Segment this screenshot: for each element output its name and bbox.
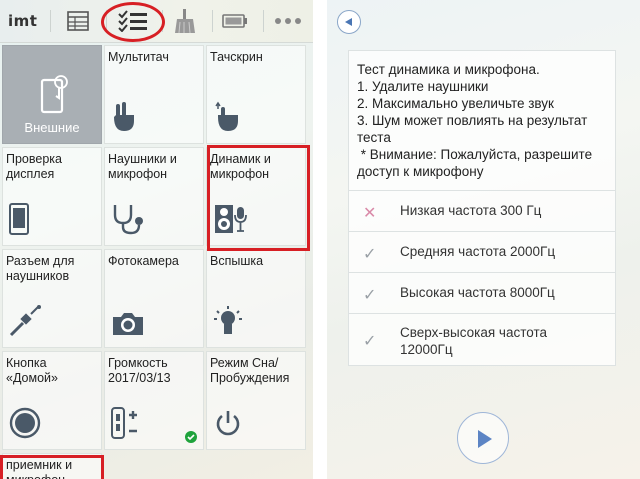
tile-title: Громкость xyxy=(108,356,168,370)
tile-label: Кнопка «Домой» xyxy=(6,356,58,385)
table-icon[interactable] xyxy=(53,5,103,37)
volume-icon xyxy=(111,407,141,443)
option-label: Низкая частота 300 Гц xyxy=(400,203,542,218)
tile-headphones-mic[interactable]: Наушники и микрофон xyxy=(104,147,204,246)
tile-label: Вспышка xyxy=(210,254,264,268)
battery-icon[interactable] xyxy=(210,5,260,37)
play-button[interactable] xyxy=(457,412,509,464)
tile-camera[interactable]: Фотокамера xyxy=(104,249,204,348)
app-screen-left: imt Внешние Мультитач Тачскрин Проверка … xyxy=(0,0,313,479)
instruction-line: теста xyxy=(357,130,391,145)
tile-label: Режим Сна/ Пробуждения xyxy=(210,356,290,385)
tile-display-check[interactable]: Проверка дисплея xyxy=(2,147,102,246)
option-mid-frequency[interactable]: ✓ Средняя частота 2000Гц xyxy=(349,231,615,272)
option-low-frequency[interactable]: ✕ Низкая частота 300 Гц xyxy=(349,190,615,231)
highlight-box xyxy=(207,145,310,251)
broom-icon[interactable] xyxy=(160,5,210,37)
tile-external[interactable]: Внешние xyxy=(2,45,102,144)
check-icon: ✓ xyxy=(363,331,377,350)
back-button[interactable] xyxy=(337,10,361,34)
toolbar-divider xyxy=(50,10,51,32)
speaker-test-screen: Тест динамика и микрофона. 1. Удалите на… xyxy=(327,0,640,479)
instruction-line: * Внимание: Пожалуйста, разрешите xyxy=(357,147,593,162)
test-instructions: Тест динамика и микрофона. 1. Удалите на… xyxy=(357,61,609,180)
tile-label: Мультитач xyxy=(108,50,169,64)
option-label: Высокая частота 8000Гц xyxy=(400,285,555,300)
tile-volume[interactable]: Громкость 2017/03/13 xyxy=(104,351,204,450)
panel-divider xyxy=(313,0,327,479)
option-label: Сверх-высокая частота 12000Гц xyxy=(400,324,547,358)
stethoscope-icon xyxy=(111,203,145,239)
tile-label: Внешние xyxy=(24,120,80,135)
instruction-line: 3. Шум может повлиять на результат xyxy=(357,113,588,128)
power-icon xyxy=(213,409,243,443)
logo-text: imt xyxy=(8,12,38,30)
option-label: Средняя частота 2000Гц xyxy=(400,244,556,259)
tile-label: Громкость 2017/03/13 xyxy=(108,356,201,386)
highlight-ellipse xyxy=(101,2,165,42)
check-icon: ✓ xyxy=(363,285,377,304)
top-toolbar: imt xyxy=(0,0,313,43)
instruction-line: 2. Максимально увеличьте звук xyxy=(357,96,554,111)
tile-headphone-jack[interactable]: Разъем для наушников xyxy=(2,249,102,348)
app-logo: imt xyxy=(8,12,37,30)
tile-flash[interactable]: Вспышка xyxy=(206,249,306,348)
tile-label: Проверка дисплея xyxy=(6,152,62,181)
flash-icon xyxy=(213,305,243,341)
check-icon: ✓ xyxy=(363,244,377,263)
instruction-line: 1. Удалите наушники xyxy=(357,79,489,94)
instruction-line: Тест динамика и микрофона. xyxy=(357,62,540,77)
tile-touchscreen[interactable]: Тачскрин xyxy=(206,45,306,144)
home-button-icon xyxy=(9,407,41,443)
tile-label: Наушники и микрофон xyxy=(108,152,177,181)
highlight-box xyxy=(0,455,104,479)
tile-sleep-wake[interactable]: Режим Сна/ Пробуждения xyxy=(206,351,306,450)
tile-label: Тачскрин xyxy=(210,50,263,64)
tile-label: Фотокамера xyxy=(108,254,179,268)
tile-home-button[interactable]: Кнопка «Домой» xyxy=(2,351,102,450)
instruction-line: доступ к микрофону xyxy=(357,164,484,179)
option-label-line: 12000Гц xyxy=(400,342,453,357)
tile-multitouch[interactable]: Мультитач xyxy=(104,45,204,144)
option-ultra-high-frequency[interactable]: ✓ Сверх-высокая частота 12000Гц xyxy=(349,313,615,366)
more-icon[interactable] xyxy=(263,5,313,37)
multitouch-icon xyxy=(111,101,139,137)
tile-label: Разъем для наушников xyxy=(6,254,75,283)
option-high-frequency[interactable]: ✓ Высокая частота 8000Гц xyxy=(349,272,615,313)
option-label-line: Сверх-высокая частота xyxy=(400,325,548,340)
fail-x-icon: ✕ xyxy=(363,203,377,222)
passed-check-icon xyxy=(185,431,197,443)
display-icon xyxy=(9,203,29,239)
camera-icon xyxy=(111,311,145,341)
touch-icon xyxy=(213,101,241,137)
jack-icon xyxy=(9,305,43,341)
test-card: Тест динамика и микрофона. 1. Удалите на… xyxy=(348,50,616,366)
tile-date: 2017/03/13 xyxy=(108,371,171,385)
